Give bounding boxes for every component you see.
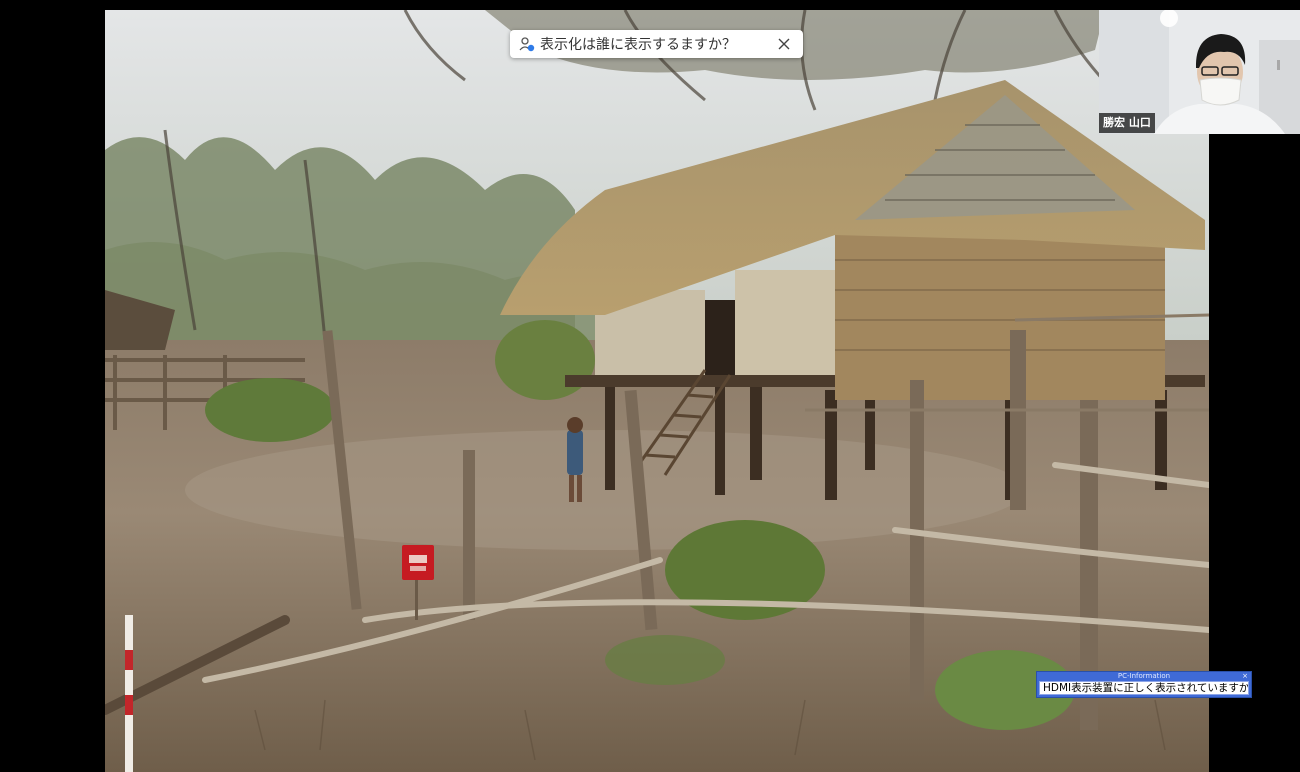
pc-information-window[interactable]: PC-Information × HDMI表示装置に正しく表示されていますか — [1036, 671, 1252, 698]
close-icon[interactable]: × — [1242, 672, 1248, 680]
shared-screen: 表示化は誰に表示するますか？ — [105, 10, 1209, 772]
share-notice-text: 表示化は誰に表示するますか？ — [540, 37, 736, 53]
pc-information-title: PC-Information — [1117, 672, 1171, 680]
participant-video-tile[interactable]: 勝宏 山口 — [1099, 10, 1300, 134]
shared-photo — [105, 10, 1209, 772]
participant-name: 勝宏 山口 — [1099, 113, 1155, 133]
pc-information-titlebar[interactable]: PC-Information × — [1037, 672, 1251, 680]
pc-information-message: HDMI表示装置に正しく表示されていますか — [1039, 681, 1249, 695]
close-icon[interactable] — [773, 33, 795, 55]
person-share-icon — [519, 37, 535, 52]
share-notice-toast: 表示化は誰に表示するますか？ — [510, 30, 803, 58]
